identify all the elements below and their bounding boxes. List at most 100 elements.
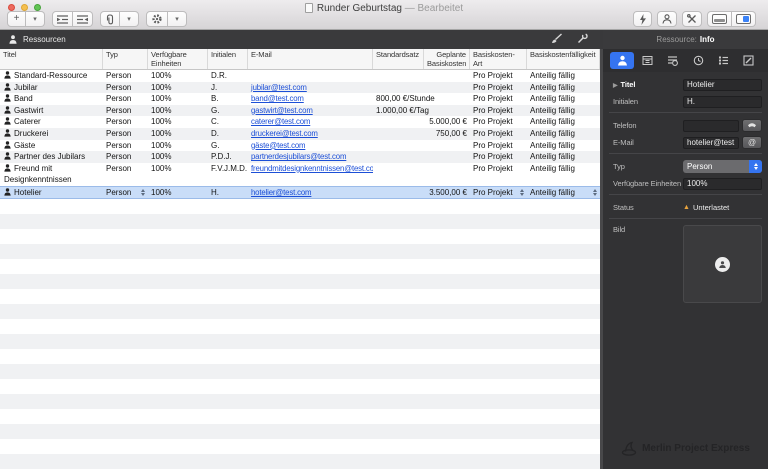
- cell-einheiten[interactable]: 100%: [148, 116, 208, 128]
- cell-titel[interactable]: Hotelier: [0, 187, 103, 198]
- cell-email[interactable]: caterer@test.com: [248, 116, 373, 128]
- cell-standardsatz[interactable]: [373, 116, 424, 128]
- cell-typ[interactable]: Person: [103, 128, 148, 140]
- cell-initialen[interactable]: G.: [208, 140, 248, 152]
- cell-email[interactable]: gäste@test.com: [248, 140, 373, 152]
- tab-auslastung[interactable]: [686, 52, 710, 69]
- column-header[interactable]: Initialen: [208, 49, 248, 69]
- table-row[interactable]: Gastwirt Person 100% G. gastwirt@test.com 1.0…: [0, 104, 600, 117]
- cell-typ[interactable]: Person: [103, 163, 148, 186]
- cell-geplante-basiskosten[interactable]: 5.000,00 €: [424, 116, 470, 128]
- email-link[interactable]: freundmitdesignkenntnissen@test.com: [251, 164, 373, 173]
- cell-typ[interactable]: Person: [103, 82, 148, 94]
- cell-email[interactable]: jubilar@test.com: [248, 82, 373, 94]
- table-row[interactable]: Band Person 100% B. band@test.com 800,00 €/St…: [0, 93, 600, 105]
- cell-geplante-basiskosten[interactable]: [424, 140, 470, 152]
- column-header[interactable]: Geplante Basiskosten: [424, 49, 470, 69]
- email-link[interactable]: gastwirt@test.com: [251, 106, 313, 115]
- titel-field[interactable]: [683, 78, 762, 91]
- cell-standardsatz[interactable]: 1.000,00 €/Tag: [373, 105, 429, 117]
- cell-basiskostenfaelligkeit[interactable]: Anteilig fällig: [527, 140, 600, 152]
- indent-button[interactable]: [52, 11, 73, 27]
- table-row[interactable]: Hotelier Person 100% H. hotelier@test.com 3.5…: [0, 185, 600, 199]
- cell-geplante-basiskosten[interactable]: [424, 151, 470, 163]
- email-link[interactable]: druckerei@test.com: [251, 129, 318, 138]
- tab-arbeitszeiten[interactable]: [635, 52, 659, 69]
- column-header[interactable]: Verfügbare Einheiten: [148, 49, 208, 69]
- cell-standardsatz[interactable]: 800,00 €/Stunde: [373, 93, 435, 105]
- cell-initialen[interactable]: C.: [208, 116, 248, 128]
- email-link[interactable]: caterer@test.com: [251, 117, 310, 126]
- cell-basiskostenfaelligkeit[interactable]: Anteilig fällig: [527, 93, 600, 105]
- cell-initialen[interactable]: D.: [208, 128, 248, 140]
- typ-popup[interactable]: Person: [683, 160, 762, 173]
- column-header[interactable]: Titel: [0, 49, 103, 69]
- cell-typ[interactable]: Person: [103, 140, 148, 152]
- cell-geplante-basiskosten[interactable]: 3.500,00 €: [424, 187, 470, 198]
- cell-basiskostenfaelligkeit[interactable]: Anteilig fällig: [527, 128, 600, 140]
- cell-basiskosten-art[interactable]: Pro Projekt: [470, 140, 527, 152]
- table-row[interactable]: Jubilar Person 100% J. jubilar@test.com Pro P…: [0, 81, 600, 94]
- table-row[interactable]: Standard-Ressource Person 100% D.R. Pro Proj…: [0, 70, 600, 82]
- table-row[interactable]: Freund mit Designkenntnissen Person 100% F.…: [0, 162, 600, 186]
- settings-dropdown-button[interactable]: ▾: [168, 11, 187, 27]
- cell-einheiten[interactable]: 100%: [148, 128, 208, 140]
- email-field[interactable]: [683, 136, 739, 149]
- cell-basiskostenfaelligkeit[interactable]: Anteilig fällig: [527, 187, 600, 198]
- stepper-icon[interactable]: [520, 188, 524, 196]
- cell-email[interactable]: partnerdesjubilars@test.com: [248, 151, 373, 163]
- cell-typ[interactable]: Person: [103, 93, 148, 105]
- email-link[interactable]: band@test.com: [251, 94, 304, 103]
- cell-typ[interactable]: Person: [103, 187, 148, 198]
- cell-standardsatz[interactable]: [373, 140, 424, 152]
- cell-geplante-basiskosten[interactable]: 750,00 €: [424, 128, 470, 140]
- email-link[interactable]: gäste@test.com: [251, 141, 306, 150]
- cell-titel[interactable]: Gastwirt: [0, 105, 103, 117]
- add-button[interactable]: +: [7, 11, 26, 27]
- cell-basiskostenfaelligkeit[interactable]: Anteilig fällig: [527, 116, 600, 128]
- call-button[interactable]: [742, 119, 762, 132]
- cell-email[interactable]: gastwirt@test.com: [248, 105, 373, 117]
- cell-basiskosten-art[interactable]: Pro Projekt: [470, 70, 527, 82]
- cell-geplante-basiskosten[interactable]: [424, 70, 470, 82]
- cell-standardsatz[interactable]: [373, 163, 424, 186]
- cell-basiskosten-art[interactable]: Pro Projekt: [470, 82, 527, 94]
- column-header[interactable]: Basiskosten-Art: [470, 49, 527, 69]
- cell-initialen[interactable]: H.: [208, 187, 248, 198]
- attach-dropdown-button[interactable]: ▾: [120, 11, 139, 27]
- cell-typ[interactable]: Person: [103, 151, 148, 163]
- utilities-button[interactable]: [682, 11, 702, 27]
- cell-geplante-basiskosten[interactable]: [424, 105, 470, 117]
- tab-finanzen[interactable]: [661, 52, 685, 69]
- cell-basiskosten-art[interactable]: Pro Projekt: [470, 105, 527, 117]
- stepper-icon[interactable]: [593, 188, 597, 196]
- column-header[interactable]: Basiskostenfälligkeit: [527, 49, 600, 69]
- table-row[interactable]: Gäste Person 100% G. gäste@test.com Pro Proje…: [0, 139, 600, 152]
- cell-basiskosten-art[interactable]: Pro Projekt: [470, 128, 527, 140]
- attach-button[interactable]: [100, 11, 120, 27]
- stepper-icon[interactable]: [141, 188, 145, 196]
- cell-email[interactable]: freundmitdesignkenntnissen@test.com: [248, 163, 373, 186]
- cell-einheiten[interactable]: 100%: [148, 140, 208, 152]
- cell-geplante-basiskosten[interactable]: [424, 163, 470, 186]
- email-link[interactable]: hotelier@test.com: [251, 188, 312, 197]
- cell-einheiten[interactable]: 100%: [148, 151, 208, 163]
- cell-standardsatz[interactable]: [373, 128, 424, 140]
- table-row[interactable]: Druckerei Person 100% D. druckerei@test.com 7…: [0, 127, 600, 140]
- cell-basiskostenfaelligkeit[interactable]: Anteilig fällig: [527, 70, 600, 82]
- einheiten-field[interactable]: [683, 177, 762, 190]
- cell-initialen[interactable]: D.R.: [208, 70, 248, 82]
- cell-einheiten[interactable]: 100%: [148, 93, 208, 105]
- resources-button[interactable]: [657, 11, 677, 27]
- cell-initialen[interactable]: F.V.J.M.D.: [208, 163, 248, 186]
- cell-basiskosten-art[interactable]: Pro Projekt: [470, 151, 527, 163]
- cell-basiskosten-art[interactable]: Pro Projekt: [470, 163, 527, 186]
- email-link[interactable]: jubilar@test.com: [251, 83, 307, 92]
- cell-initialen[interactable]: B.: [208, 93, 248, 105]
- toggle-bottombar-button[interactable]: [707, 11, 732, 27]
- cell-basiskostenfaelligkeit[interactable]: Anteilig fällig: [527, 151, 600, 163]
- cell-titel[interactable]: Druckerei: [0, 128, 103, 140]
- tab-info[interactable]: [610, 52, 634, 69]
- table-row[interactable]: Partner des Jubilars Person 100% P.D.J. part…: [0, 151, 600, 163]
- cell-titel[interactable]: Freund mit Designkenntnissen: [0, 163, 103, 186]
